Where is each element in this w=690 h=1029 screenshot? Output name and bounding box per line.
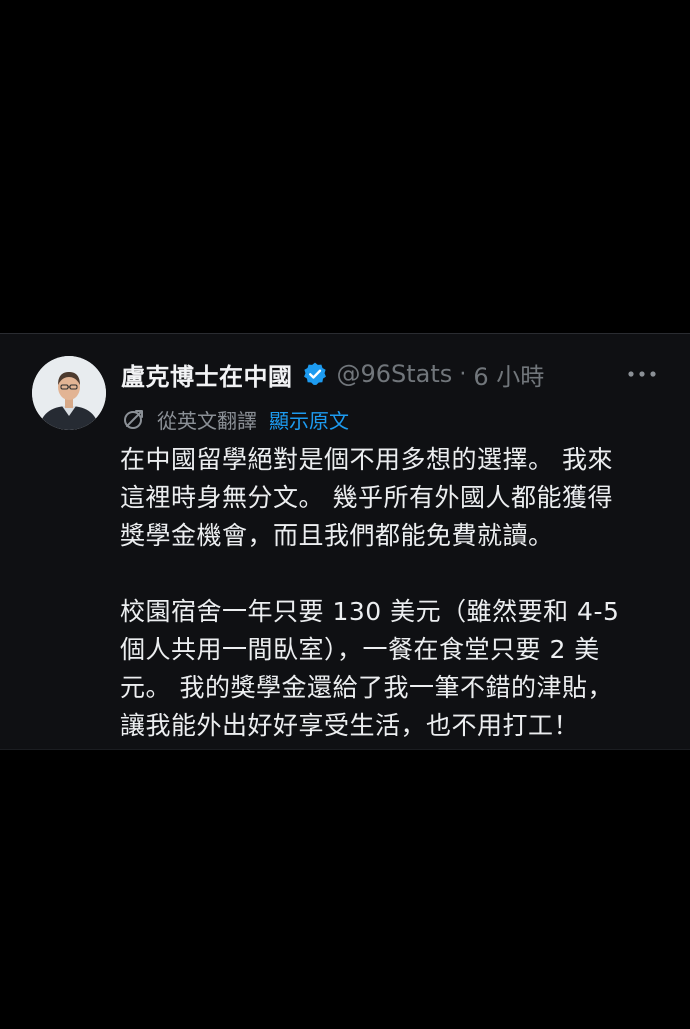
- tweet-text: 在中國留學絕對是個不用多想的選擇。 我來 這裡時身無分文。 幾乎所有外國人都能獲…: [120, 441, 660, 745]
- verified-badge-icon: [301, 360, 329, 388]
- more-options-icon: [628, 371, 656, 377]
- translate-icon: [121, 406, 147, 432]
- translated-from-label: 從英文翻譯: [157, 408, 257, 433]
- avatar-photo: [32, 356, 106, 430]
- meta-separator: ·: [459, 361, 467, 387]
- tweet-timestamp[interactable]: 6 小時: [473, 357, 544, 392]
- tweet-text-line: 校園宿舍一年只要 130 美元（雖然要和 4-5: [120, 597, 620, 626]
- tweet-text-line: 元。 我的獎學金還給了我一筆不錯的津貼，: [120, 673, 613, 702]
- author-avatar[interactable]: [32, 356, 106, 430]
- translation-notice: 從英文翻譯 顯示原文: [121, 402, 349, 436]
- tweet-card[interactable]: 盧克博士在中國 @96Stats · 6 小時 從英文翻譯 顯示原文 在中國留學…: [0, 333, 690, 750]
- tweet-text-line: 在中國留學絕對是個不用多想的選擇。 我來: [120, 445, 613, 474]
- page: 盧克博士在中國 @96Stats · 6 小時 從英文翻譯 顯示原文 在中國留學…: [0, 0, 690, 1029]
- tweet-header: 盧克博士在中國 @96Stats · 6 小時: [121, 354, 544, 394]
- tweet-text-line: 這裡時身無分文。 幾乎所有外國人都能獲得: [120, 483, 613, 512]
- more-options-button[interactable]: [624, 362, 660, 386]
- tweet-text-line: 讓我能外出好好享受生活，也不用打工！: [120, 711, 580, 740]
- show-original-link[interactable]: 顯示原文: [269, 405, 349, 434]
- tweet-text-line: 獎學金機會，而且我們都能免費就讀。: [120, 521, 554, 550]
- author-handle[interactable]: @96Stats: [337, 360, 453, 388]
- tweet-text-line: 個人共用一間臥室），一餐在食堂只要 2 美: [120, 635, 600, 664]
- author-name[interactable]: 盧克博士在中國: [121, 357, 293, 392]
